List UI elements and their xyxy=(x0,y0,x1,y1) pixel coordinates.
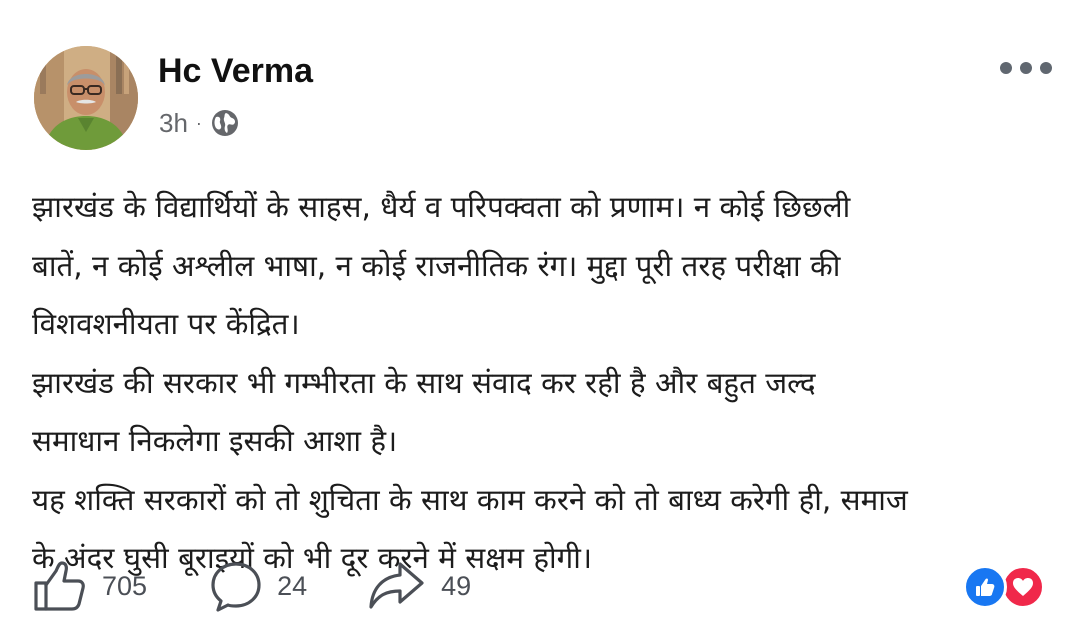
comment-bubble-icon xyxy=(211,562,261,612)
post-line: यह शक्ति सरकारों को तो शुचिता के साथ काम… xyxy=(32,482,908,517)
share-count: 49 xyxy=(441,570,472,601)
post-meta: 3h · xyxy=(159,107,240,139)
post-time[interactable]: 3h xyxy=(159,108,188,139)
thumbs-up-icon xyxy=(34,561,85,611)
post-line: झारखंड की सरकार भी गम्भीरता के साथ संवाद… xyxy=(32,365,816,400)
more-options-icon[interactable] xyxy=(1000,58,1052,78)
post-line: झारखंड के विद्यार्थियों के साहस, धैर्य व… xyxy=(32,190,851,224)
comment-count: 24 xyxy=(277,570,308,601)
author-avatar[interactable] xyxy=(34,46,138,150)
action-bar: 705 24 49 xyxy=(32,556,471,616)
comment-button[interactable]: 24 xyxy=(209,559,307,613)
post-line: बातें, न कोई अश्लील भाषा, न कोई राजनीतिक… xyxy=(32,248,841,283)
globe-icon[interactable] xyxy=(210,108,240,138)
share-button[interactable]: 49 xyxy=(367,559,471,613)
like-reaction-icon xyxy=(963,565,1007,609)
more-dot xyxy=(1020,62,1032,74)
love-reaction-icon xyxy=(1001,565,1045,609)
like-button[interactable]: 705 xyxy=(32,559,147,613)
post-line: समाधान निकलेगा इसकी आशा है। xyxy=(32,424,398,458)
like-count: 705 xyxy=(102,570,148,601)
more-dot xyxy=(1040,62,1052,74)
meta-separator: · xyxy=(195,112,202,133)
author-name[interactable]: Hc Verma xyxy=(158,52,313,91)
post-text: झारखंड के विद्यार्थियों के साहस, धैर्य व… xyxy=(32,178,1062,588)
post-line: विशवशनीयता पर केंद्रित। xyxy=(32,307,300,341)
reaction-summary[interactable] xyxy=(963,565,1053,609)
more-dot xyxy=(1000,62,1012,74)
share-arrow-icon xyxy=(369,562,424,609)
